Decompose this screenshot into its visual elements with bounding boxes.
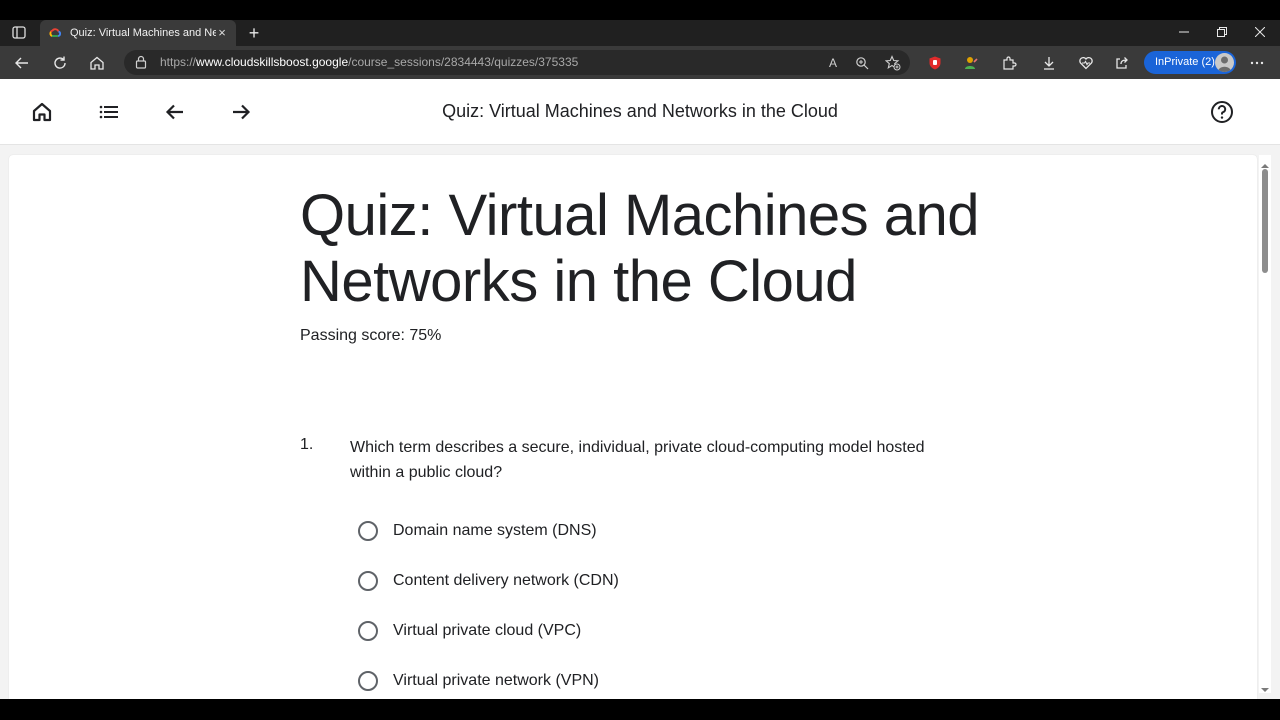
bottom-bar: [0, 699, 1280, 720]
close-window-icon[interactable]: [1245, 23, 1275, 43]
scroll-down-icon[interactable]: [1261, 681, 1269, 692]
extension-shield-icon[interactable]: [923, 51, 947, 75]
page-title: Quiz: Virtual Machines and Networks in t…: [442, 101, 838, 121]
screen: Quiz: Virtual Machines and Netw × + http…: [0, 0, 1280, 720]
scroll-up-icon[interactable]: [1261, 157, 1269, 168]
url-path: /course_sessions/2834443/quizzes/375335: [348, 55, 579, 69]
avatar: [1215, 53, 1234, 72]
lock-icon[interactable]: [134, 55, 148, 69]
favorites-add-icon[interactable]: [884, 54, 902, 72]
more-icon[interactable]: [1245, 51, 1269, 75]
read-aloud-glyph: A: [828, 56, 837, 70]
google-cloud-favicon-icon: [49, 27, 62, 39]
radio-button[interactable]: [358, 621, 378, 641]
scrollbar-thumb[interactable]: [1262, 169, 1268, 273]
option-label[interactable]: Content delivery network (CDN): [393, 572, 619, 590]
app-header: Quiz: Virtual Machines and Networks in t…: [0, 79, 1280, 145]
inprivate-label: InPrivate (2): [1155, 56, 1215, 68]
address-bar[interactable]: https://www.cloudskillsboost.google/cour…: [124, 50, 910, 75]
browser-toolbar: https://www.cloudskillsboost.google/cour…: [0, 46, 1280, 79]
radio-button[interactable]: [358, 521, 378, 541]
tab-title: Quiz: Virtual Machines and Netw: [70, 27, 216, 39]
url-scheme: https://: [160, 55, 197, 69]
browser-essentials-icon[interactable]: [1074, 51, 1098, 75]
extensions-icon[interactable]: [997, 51, 1021, 75]
url-text[interactable]: https://www.cloudskillsboost.google/cour…: [160, 55, 578, 69]
inprivate-button[interactable]: InPrivate (2): [1144, 51, 1236, 74]
option-label[interactable]: Virtual private network (VPN): [393, 672, 599, 690]
scrollbar[interactable]: [1259, 155, 1271, 693]
passing-score: Passing score: 75%: [300, 327, 442, 344]
zoom-icon[interactable]: [853, 54, 871, 72]
refresh-icon[interactable]: [48, 51, 72, 75]
back-icon[interactable]: [10, 51, 34, 75]
home-icon[interactable]: [85, 51, 109, 75]
restore-icon[interactable]: [1207, 23, 1237, 43]
quiz-card: Quiz: Virtual Machines and Networks in t…: [9, 155, 1257, 699]
share-icon[interactable]: [1110, 51, 1134, 75]
tab-actions-icon[interactable]: [8, 24, 30, 42]
option-label[interactable]: Virtual private cloud (VPC): [393, 622, 581, 640]
extension-person-icon[interactable]: [959, 51, 983, 75]
web-page: Quiz: Virtual Machines and Networks in t…: [0, 79, 1280, 699]
tab-close-icon[interactable]: ×: [214, 25, 230, 41]
new-tab-button[interactable]: +: [244, 23, 264, 43]
radio-button[interactable]: [358, 571, 378, 591]
downloads-icon[interactable]: [1037, 51, 1061, 75]
url-host: www.cloudskillsboost.google: [196, 55, 349, 69]
read-aloud-icon[interactable]: A: [824, 54, 842, 72]
question-number: 1.: [300, 436, 314, 453]
browser-tab[interactable]: Quiz: Virtual Machines and Netw ×: [40, 20, 236, 46]
option-label[interactable]: Domain name system (DNS): [393, 522, 597, 540]
minimize-icon[interactable]: [1169, 23, 1199, 43]
help-icon[interactable]: [1210, 100, 1234, 124]
radio-button[interactable]: [358, 671, 378, 691]
browser-tab-strip: Quiz: Virtual Machines and Netw × +: [0, 20, 1280, 46]
quiz-title: Quiz: Virtual Machines and Networks in t…: [300, 183, 980, 314]
question-text: Which term describes a secure, individua…: [350, 439, 925, 481]
